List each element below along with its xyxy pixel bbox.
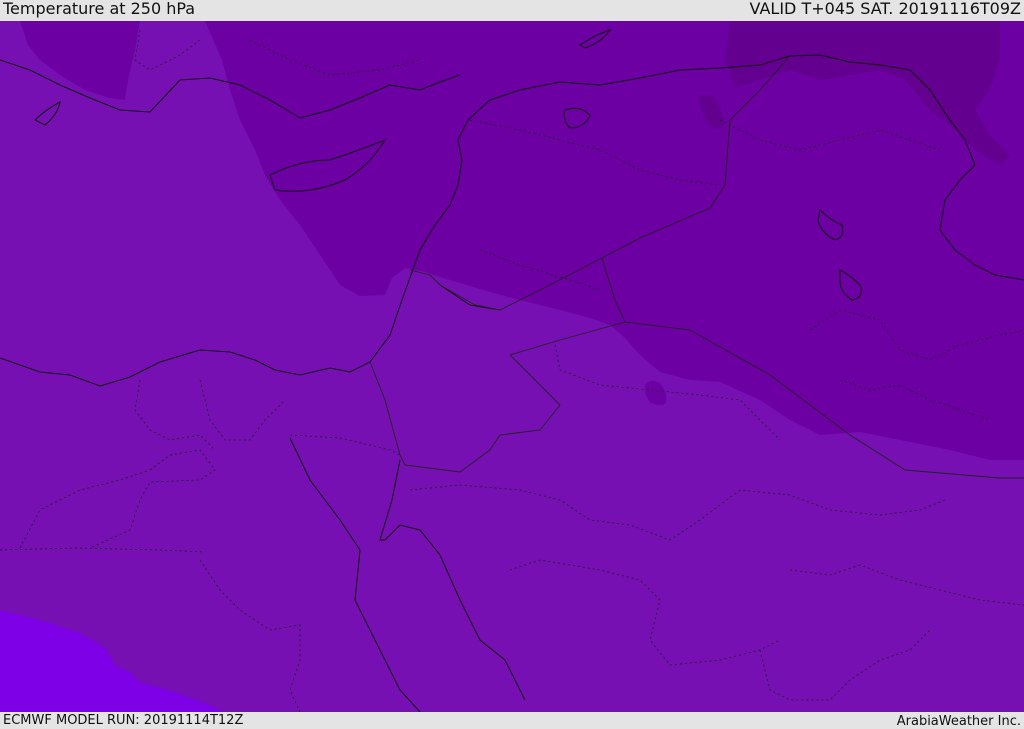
map-title: Temperature at 250 hPa	[3, 0, 196, 18]
map-frame: Temperature at 250 hPa VALID T+045 SAT. …	[0, 0, 1024, 729]
valid-time: VALID T+045 SAT. 20191116T09Z	[749, 0, 1021, 18]
credit-text: ArabiaWeather Inc.	[896, 714, 1021, 729]
temperature-map	[0, 21, 1024, 712]
model-run: ECMWF MODEL RUN: 20191114T12Z	[3, 713, 244, 728]
footer-bar: ECMWF MODEL RUN: 20191114T12Z ArabiaWeat…	[0, 712, 1024, 729]
header-bar: Temperature at 250 hPa VALID T+045 SAT. …	[0, 0, 1024, 21]
